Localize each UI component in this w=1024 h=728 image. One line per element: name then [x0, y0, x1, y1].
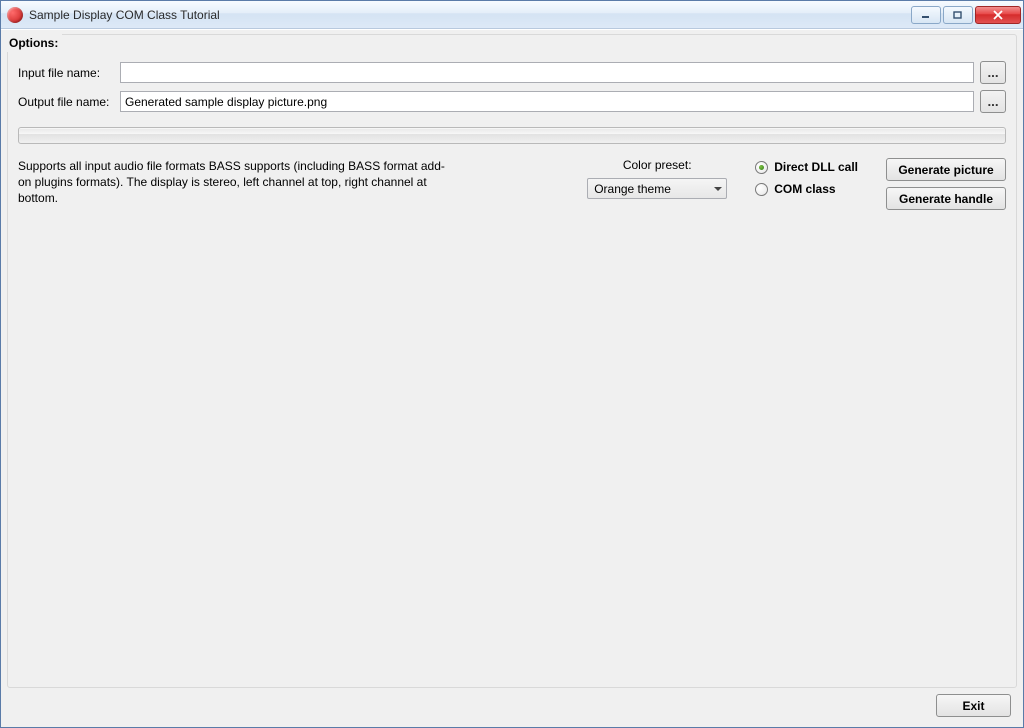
maximize-button[interactable]	[943, 6, 973, 24]
generate-buttons: Generate picture Generate handle	[886, 158, 1006, 210]
call-mode-radios: Direct DLL call COM class	[755, 158, 858, 210]
input-file-row: Input file name: ...	[18, 61, 1006, 84]
radio-direct-dll[interactable]: Direct DLL call	[755, 160, 858, 174]
input-file-field[interactable]	[120, 62, 974, 83]
output-browse-button[interactable]: ...	[980, 90, 1006, 113]
input-browse-button[interactable]: ...	[980, 61, 1006, 84]
footer: Exit	[1, 690, 1023, 727]
window-title: Sample Display COM Class Tutorial	[29, 8, 909, 22]
client-area: Options: Input file name: ... Output fil…	[1, 29, 1023, 727]
radio-com-class[interactable]: COM class	[755, 182, 858, 196]
controls-right: Color preset: Orange theme Direct DLL ca…	[587, 158, 1006, 210]
input-file-label: Input file name:	[18, 66, 114, 80]
main-window: Sample Display COM Class Tutorial Option…	[0, 0, 1024, 728]
radio-icon	[755, 183, 768, 196]
generate-handle-button[interactable]: Generate handle	[886, 187, 1006, 210]
options-header: Options:	[7, 34, 62, 52]
window-controls	[909, 6, 1021, 24]
radio-icon	[755, 161, 768, 174]
maximize-icon	[953, 11, 963, 19]
help-text: Supports all input audio file formats BA…	[18, 158, 458, 210]
control-row: Supports all input audio file formats BA…	[18, 158, 1006, 210]
options-groupbox: Options: Input file name: ... Output fil…	[7, 34, 1017, 688]
radio-com-label: COM class	[774, 182, 835, 196]
output-file-label: Output file name:	[18, 95, 114, 109]
output-file-row: Output file name: ...	[18, 90, 1006, 113]
app-icon	[7, 7, 23, 23]
preset-select[interactable]: Orange theme	[587, 178, 727, 199]
preset-selected-text: Orange theme	[594, 182, 714, 196]
output-file-field[interactable]	[120, 91, 974, 112]
close-button[interactable]	[975, 6, 1021, 24]
preset-column: Color preset: Orange theme	[587, 158, 727, 210]
titlebar[interactable]: Sample Display COM Class Tutorial	[1, 1, 1023, 29]
generate-picture-button[interactable]: Generate picture	[886, 158, 1006, 181]
close-icon	[992, 10, 1004, 20]
minimize-button[interactable]	[911, 6, 941, 24]
progress-bar	[18, 127, 1006, 144]
minimize-icon	[921, 11, 931, 19]
chevron-down-icon	[714, 187, 722, 191]
exit-button[interactable]: Exit	[936, 694, 1011, 717]
radio-dll-label: Direct DLL call	[774, 160, 858, 174]
preset-label: Color preset:	[623, 158, 692, 172]
